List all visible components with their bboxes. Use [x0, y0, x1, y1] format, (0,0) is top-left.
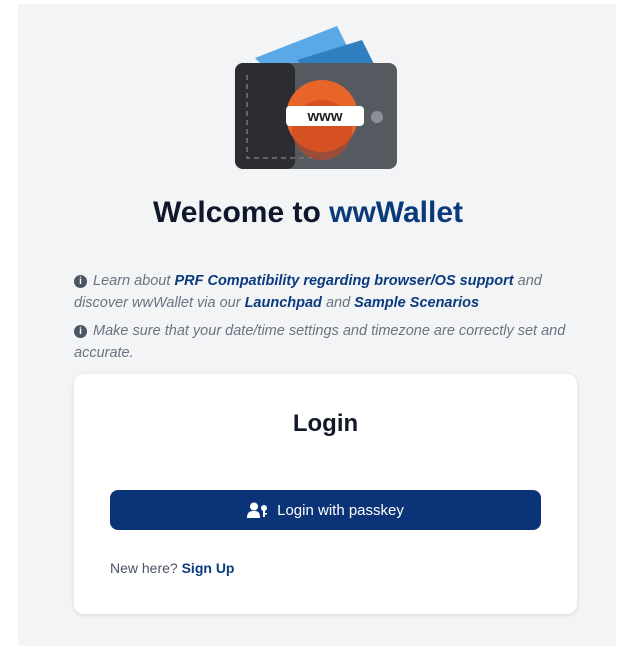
title-prefix: Welcome to: [152, 196, 330, 229]
passkey-button-label: Login with passkey: [277, 501, 404, 519]
info-text: Learn about: [93, 273, 175, 289]
login-with-passkey-button[interactable]: Login with passkey: [110, 490, 541, 530]
user-key-icon: [247, 502, 268, 518]
info-text: Make sure that your date/time settings a…: [74, 323, 566, 361]
info-icon: i: [74, 325, 87, 338]
login-title: Login: [292, 410, 359, 437]
page-title: Welcome to wwWallet: [0, 196, 616, 230]
prf-compatibility-link[interactable]: PRF Compatibility regarding browser/OS s…: [174, 273, 513, 289]
info-line-prf: i Learn about PRF Compatibility regarding…: [74, 270, 574, 314]
info-line-datetime: i Make sure that your date/time settings …: [74, 320, 574, 364]
title-brand: wwWallet: [329, 196, 464, 229]
signup-prompt: New here?: [110, 560, 182, 576]
logo-text: www: [306, 108, 342, 125]
wallet-logo-icon: www: [235, 26, 397, 169]
login-card: Login Login with passkey New here? Sign …: [74, 374, 577, 614]
info-text: and: [321, 295, 355, 311]
sample-scenarios-link[interactable]: Sample Scenarios: [354, 295, 479, 311]
sign-up-link[interactable]: Sign Up: [182, 560, 235, 576]
info-icon: i: [74, 275, 87, 288]
launchpad-link[interactable]: Launchpad: [245, 295, 322, 311]
signup-row: New here? Sign Up: [110, 560, 234, 576]
